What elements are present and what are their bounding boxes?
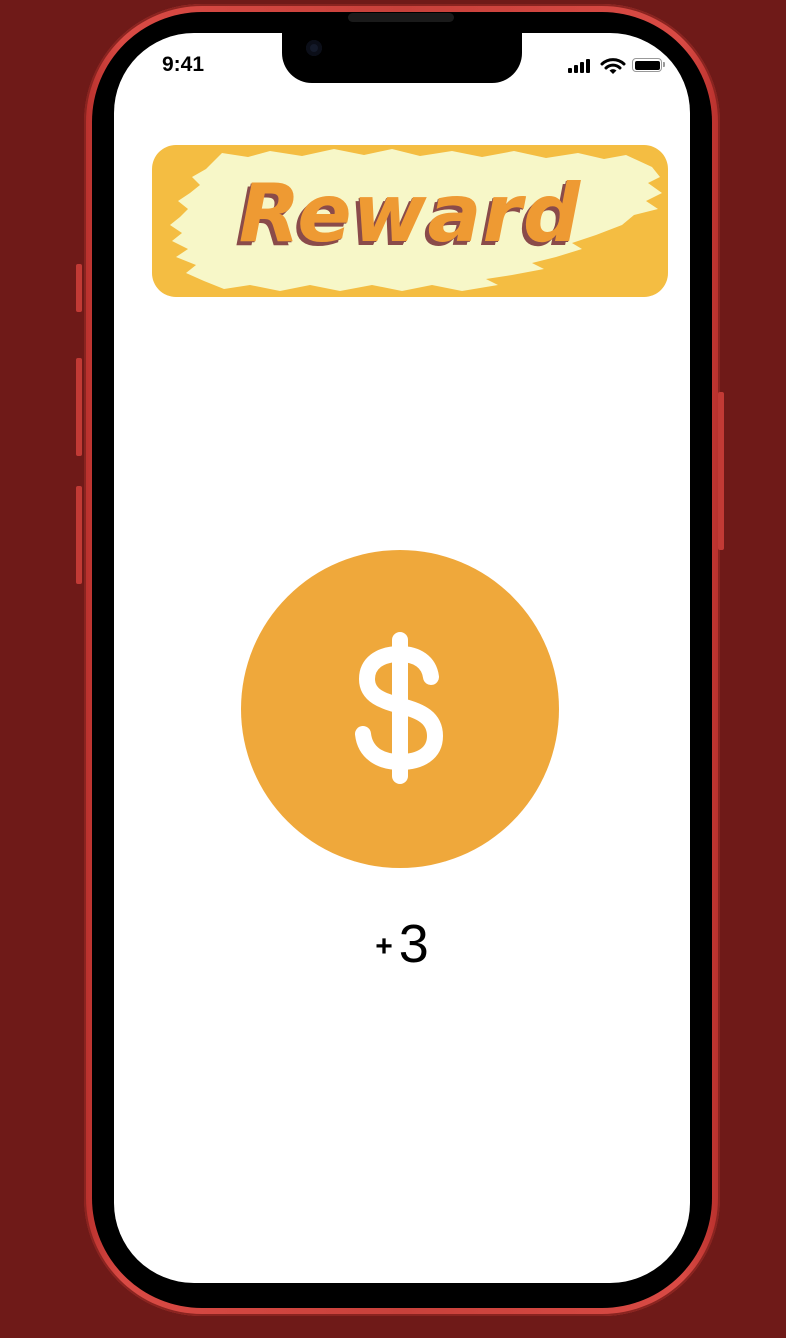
earpiece-speaker: [348, 13, 454, 22]
notch: [282, 33, 522, 83]
volume-up-button: [76, 358, 82, 456]
volume-down-button: [76, 486, 82, 584]
reward-coin: [241, 550, 559, 868]
reward-sign: +: [375, 930, 393, 963]
battery-icon: [632, 58, 665, 72]
silent-switch: [76, 264, 82, 312]
dollar-icon: [355, 632, 444, 784]
phone-screen: 9:41 Reward +3: [114, 33, 690, 1283]
signal-icon: [568, 57, 594, 73]
wifi-icon: [600, 58, 626, 74]
camera-icon: [306, 40, 322, 56]
power-button: [718, 392, 724, 550]
reward-value: 3: [398, 914, 429, 974]
reward-title: Reward: [238, 167, 582, 260]
reward-amount: +3: [114, 913, 690, 975]
reward-banner: Reward: [152, 145, 668, 297]
status-time: 9:41: [162, 53, 205, 76]
status-icons: [568, 57, 668, 77]
